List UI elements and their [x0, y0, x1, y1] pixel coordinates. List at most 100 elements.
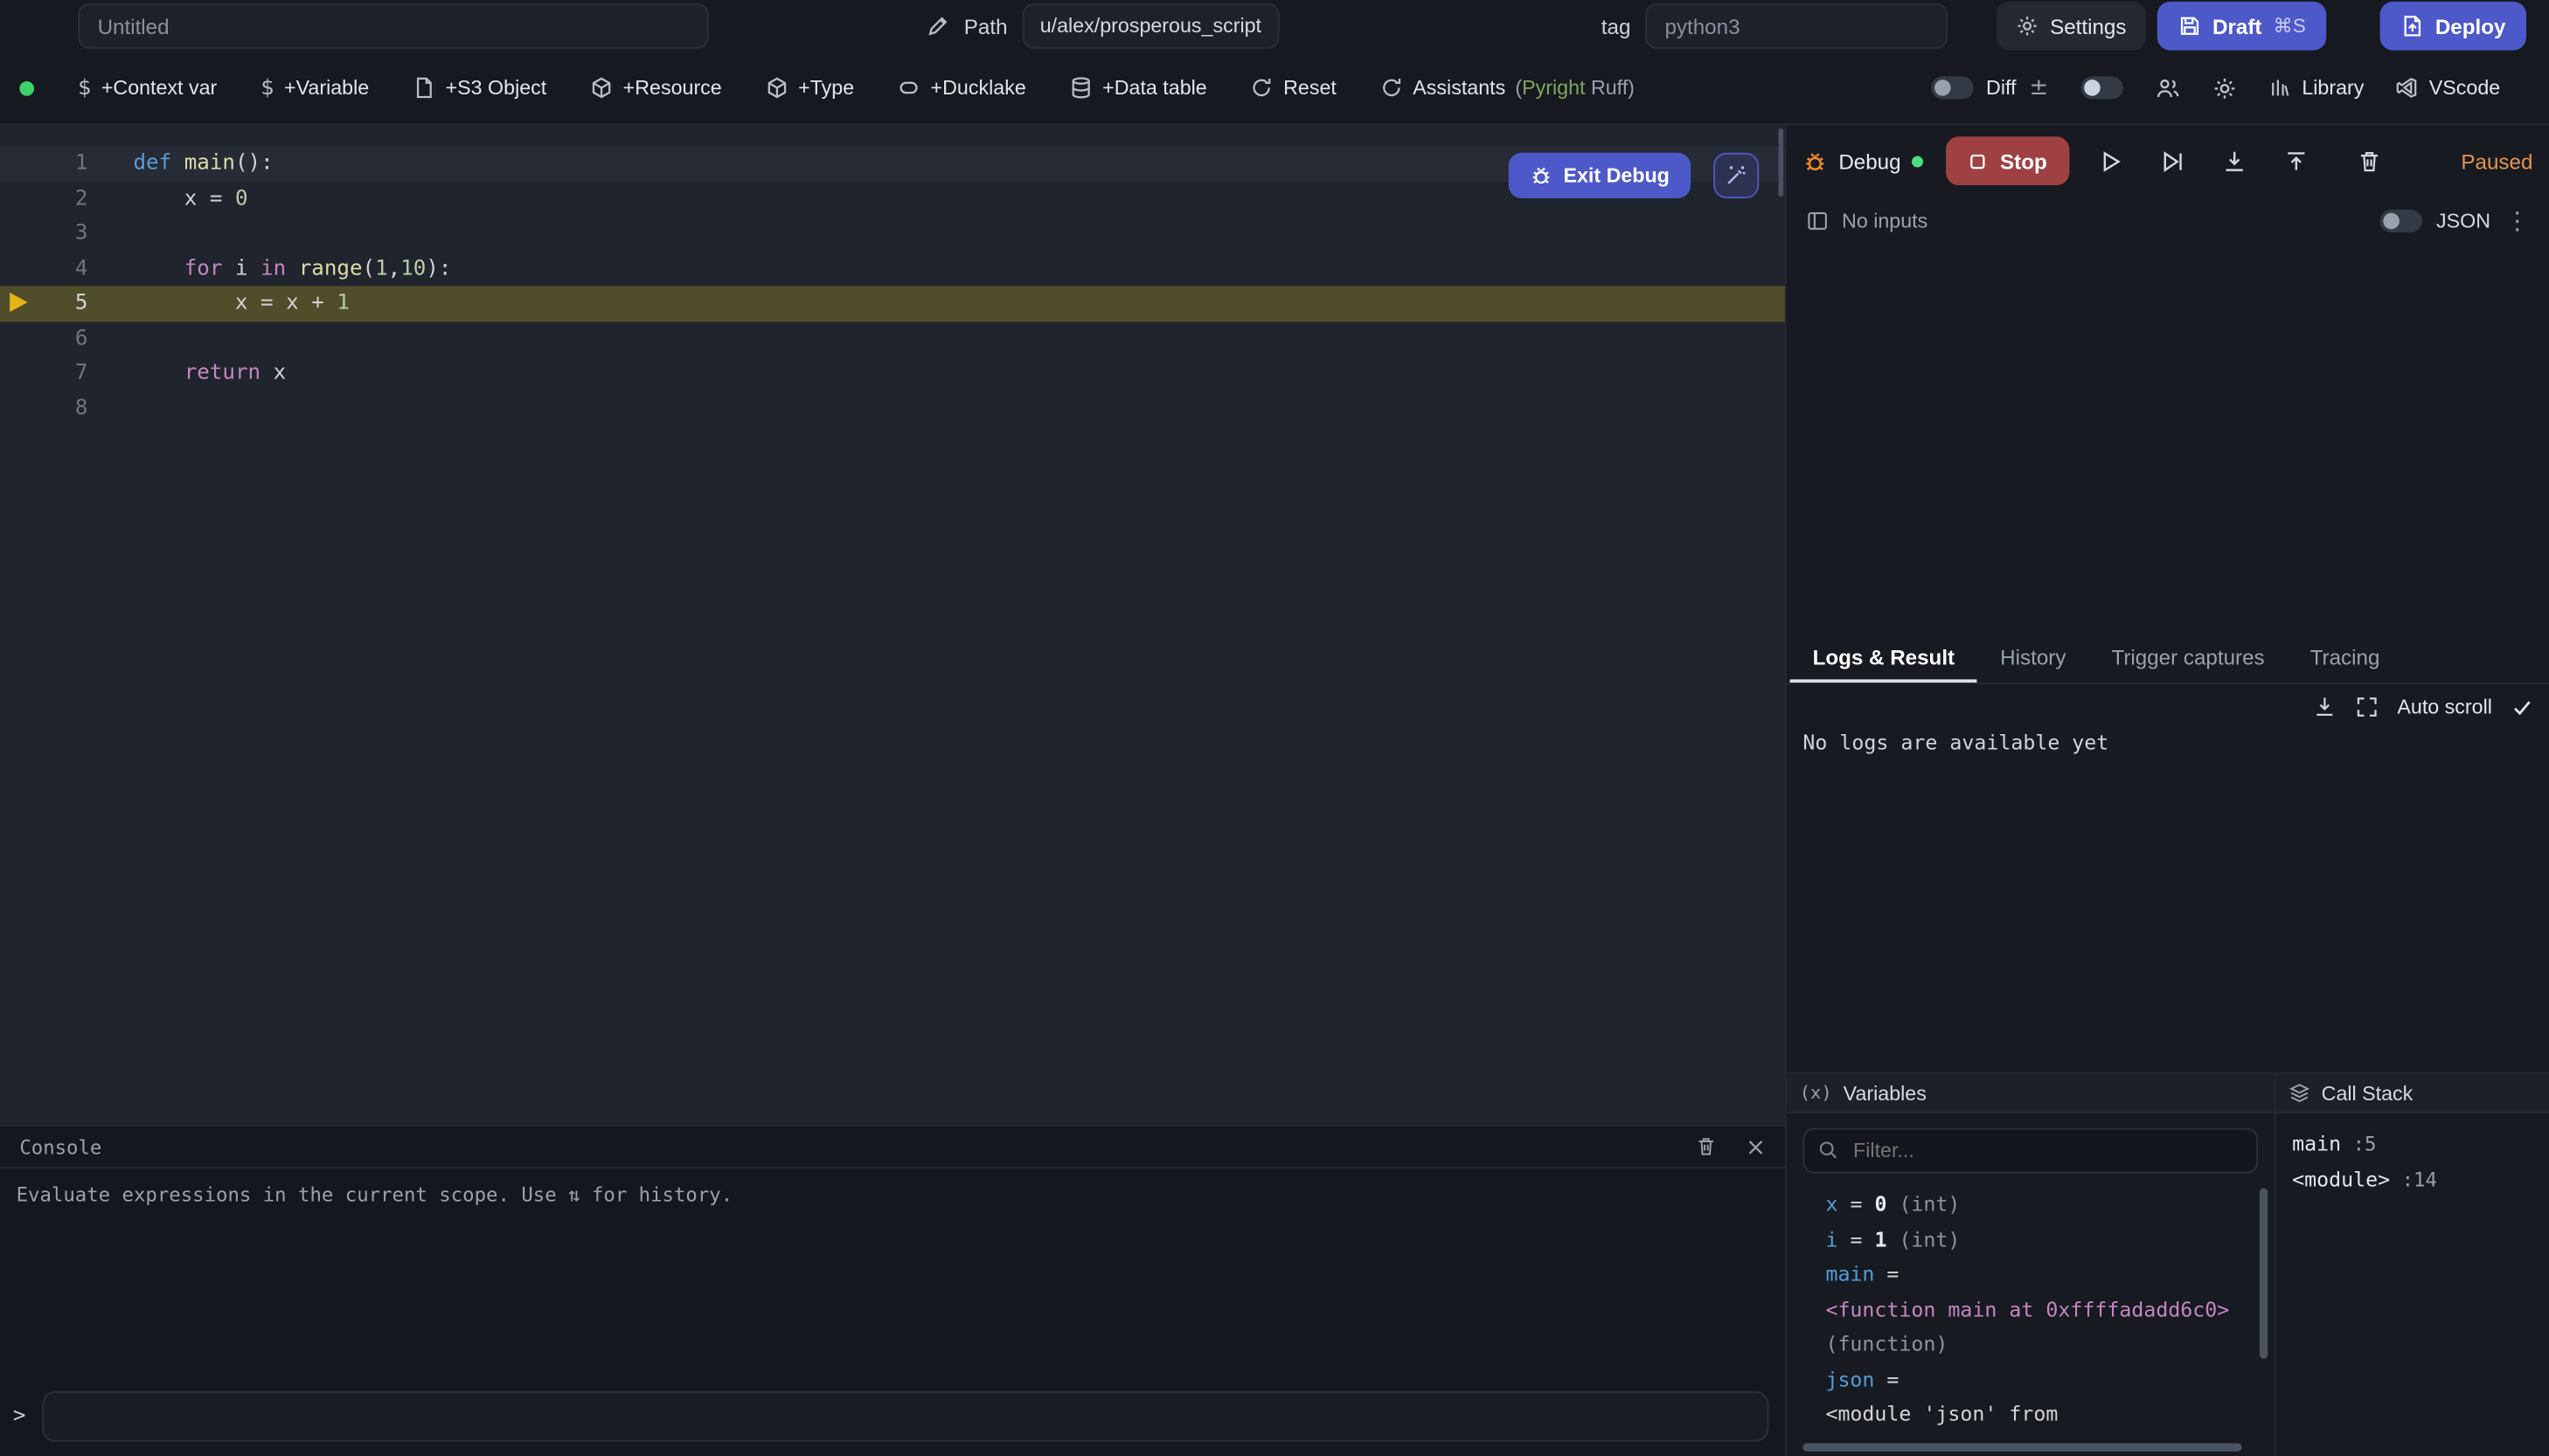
code-line[interactable]: 8: [0, 391, 1785, 426]
wand-icon: [1725, 164, 1747, 187]
assistants-suffix: (Pyright Ruff): [1515, 76, 1635, 99]
download-logs-icon[interactable]: [2313, 696, 2336, 718]
assistants-label: Assistants: [1413, 76, 1505, 99]
debug-label: Debug: [1838, 149, 1900, 173]
code-editor[interactable]: 1def main():2 x = 034 for i in range(1,1…: [0, 125, 1785, 1125]
loop-icon: [898, 76, 920, 99]
variable-row[interactable]: (function): [1825, 1327, 2274, 1362]
add-ducklake-button[interactable]: +Ducklake: [898, 76, 1025, 99]
variables-title: Variables: [1844, 1082, 1927, 1105]
exit-debug-button[interactable]: Exit Debug: [1508, 153, 1691, 198]
debug-pointer-icon: [10, 293, 27, 312]
add-s3-object-button[interactable]: +S3 Object: [413, 76, 546, 99]
stop-button[interactable]: Stop: [1947, 136, 2070, 185]
json-toggle[interactable]: [2379, 210, 2421, 232]
code-line[interactable]: 7 return x: [0, 356, 1785, 391]
continue-icon[interactable]: [2099, 149, 2123, 173]
variable-row[interactable]: <module 'json' from: [1825, 1396, 2274, 1431]
add-resource-button[interactable]: +Resource: [590, 76, 721, 99]
deploy-icon: [2401, 15, 2424, 38]
reset-button[interactable]: Reset: [1251, 76, 1337, 99]
settings-button[interactable]: Settings: [1997, 2, 2146, 51]
database-icon: [1070, 76, 1093, 99]
left-column: 1def main():2 x = 034 for i in range(1,1…: [0, 125, 1785, 1456]
expand-icon[interactable]: [2355, 696, 2378, 718]
debug-title: Debug: [1802, 149, 1923, 173]
code-line[interactable]: 5 x = x + 1: [0, 286, 1785, 321]
deploy-button[interactable]: Deploy: [2380, 2, 2527, 51]
top-bar: Path u/alex/prosperous_script tag Settin…: [0, 0, 2549, 52]
dollar-icon: [78, 75, 91, 100]
variable-row[interactable]: <function main at 0xffffadadd6c0>: [1825, 1292, 2274, 1327]
variable-row[interactable]: main =: [1825, 1257, 2274, 1292]
code-line[interactable]: 3: [0, 216, 1785, 251]
path-group: Path u/alex/prosperous_script: [927, 3, 1279, 49]
json-label: JSON: [2436, 210, 2490, 232]
assistants-button[interactable]: Assistants (Pyright Ruff): [1380, 76, 1635, 99]
variables-filter-input[interactable]: [1802, 1128, 2258, 1174]
add-context-var-button[interactable]: +Context var: [78, 75, 217, 100]
stack-frame[interactable]: main :5: [2292, 1127, 2532, 1161]
vscode-icon: [2397, 76, 2420, 99]
library-label: Library: [2302, 76, 2364, 99]
tag-input[interactable]: [1645, 3, 1948, 49]
step-out-icon[interactable]: [2284, 149, 2309, 173]
tab-logs-result[interactable]: Logs & Result: [1790, 632, 1978, 683]
check-icon[interactable]: [2511, 697, 2532, 718]
editor-scrollbar[interactable]: [1779, 128, 1784, 197]
users-icon[interactable]: [2156, 75, 2180, 100]
call-stack-title: Call Stack: [2322, 1082, 2414, 1105]
diff-label: Diff: [1986, 76, 2016, 99]
variables-scrollbar[interactable]: [2260, 1188, 2268, 1358]
variable-row[interactable]: json =: [1825, 1361, 2274, 1396]
ai-wand-button[interactable]: [1713, 153, 1759, 198]
code-line[interactable]: 4 for i in range(1,10):: [0, 251, 1785, 286]
draft-button[interactable]: Draft ⌘S: [2157, 2, 2327, 51]
script-path-value[interactable]: u/alex/prosperous_script: [1022, 3, 1279, 49]
close-icon[interactable]: [1746, 1137, 1765, 1156]
console-input[interactable]: [42, 1391, 1768, 1442]
code-line[interactable]: 6: [0, 321, 1785, 356]
tab-history[interactable]: History: [1977, 632, 2088, 683]
line-number: 1: [0, 146, 87, 181]
diff-icon: [2029, 75, 2048, 101]
settings-label: Settings: [2050, 14, 2126, 38]
variable-row[interactable]: x = 0 (int): [1825, 1187, 2274, 1222]
line-number: 8: [0, 391, 87, 426]
variables-header: Variables: [1787, 1074, 2275, 1113]
multiplayer-toggle[interactable]: [2080, 76, 2122, 99]
step-over-icon[interactable]: [2161, 149, 2185, 173]
library-button[interactable]: Library: [2269, 76, 2364, 99]
code-line-text: x = 0: [133, 181, 247, 216]
trash-icon[interactable]: [2358, 149, 2382, 173]
vscode-button[interactable]: VScode: [2397, 76, 2501, 99]
tab-tracing[interactable]: Tracing: [2288, 632, 2403, 683]
reset-label: Reset: [1283, 76, 1337, 99]
line-number: 4: [0, 251, 87, 286]
variable-row[interactable]: i = 1 (int): [1825, 1222, 2274, 1257]
json-group: JSON: [2379, 206, 2530, 235]
paused-status: Paused: [2461, 149, 2532, 173]
add-type-button[interactable]: +Type: [766, 76, 854, 99]
console-prompt: >: [13, 1404, 26, 1429]
debug-controls: [2099, 149, 2309, 173]
script-name-input[interactable]: [78, 3, 709, 49]
callstack-list: main :5<module> :14: [2276, 1113, 2549, 1210]
bug-icon: [1802, 149, 1827, 173]
console-panel: Console Evaluate expressions in the curr…: [0, 1125, 1785, 1456]
editor-toolbar: +Context var +Variable +S3 Object +Resou…: [0, 52, 2549, 124]
variables-hscrollbar[interactable]: [1802, 1443, 2241, 1451]
step-into-icon[interactable]: [2223, 149, 2247, 173]
trash-icon[interactable]: [1696, 1136, 1717, 1157]
gear-icon[interactable]: [2212, 75, 2237, 100]
diff-toggle[interactable]: [1931, 76, 1973, 99]
stack-frame[interactable]: <module> :14: [2292, 1161, 2532, 1196]
tab-trigger-captures[interactable]: Trigger captures: [2088, 632, 2287, 683]
no-logs-message: No logs are available yet: [1787, 730, 2549, 766]
add-data-table-button[interactable]: +Data table: [1070, 76, 1207, 99]
kebab-menu-icon[interactable]: [2505, 206, 2530, 235]
path-label: Path: [964, 14, 1008, 38]
add-variable-button[interactable]: +Variable: [260, 75, 369, 100]
refresh-icon: [1251, 76, 1274, 99]
code-line-text: for i in range(1,10):: [133, 251, 451, 286]
